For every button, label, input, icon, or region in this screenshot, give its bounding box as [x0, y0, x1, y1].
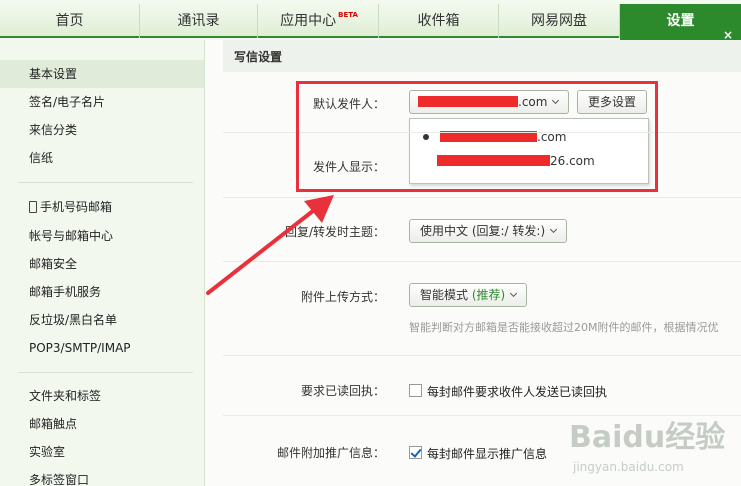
top-nav-bar: 首页 通讯录 应用中心 BETA 收件箱 网易网盘 设置 ×	[0, 0, 741, 42]
tab-label: 应用中心	[280, 13, 337, 29]
sidebar-item-mail-touch[interactable]: 邮箱触点	[0, 410, 204, 438]
row-divider	[223, 355, 741, 356]
tab-label: 设置	[666, 13, 695, 29]
sender-option[interactable]: .com	[410, 125, 648, 149]
attachment-mode-select[interactable]: 智能模式 (推荐)	[409, 283, 528, 307]
read-receipt-checkbox-label: 每封邮件要求收件人发送已读回执	[427, 385, 608, 399]
sidebar-divider	[18, 182, 193, 183]
tab-contacts[interactable]: 通讯录	[140, 4, 258, 38]
row-divider	[223, 415, 741, 416]
sender-option-text: 26.com	[550, 154, 595, 168]
settings-sidebar: 基本设置 签名/电子名片 来信分类 信纸 手机号码邮箱 帐号与邮箱中心 邮箱安全…	[0, 40, 205, 486]
sidebar-item-basic-settings[interactable]: 基本设置	[0, 60, 204, 88]
selected-bullet-icon	[423, 134, 429, 140]
chevron-down-icon	[510, 289, 518, 298]
reply-subject-label: 回复/转发时主题：	[284, 225, 385, 239]
tab-label: 网易网盘	[531, 13, 587, 29]
phone-icon	[29, 201, 37, 213]
sidebar-item-signature[interactable]: 签名/电子名片	[0, 88, 204, 116]
reply-subject-select[interactable]: 使用中文 (回复:/ 转发:)	[409, 219, 568, 243]
sidebar-item-multi-tab[interactable]: 多标签窗口	[0, 466, 204, 486]
chevron-down-icon	[550, 225, 558, 234]
settings-main-panel: 写信设置 默认发件人： .com 更多设置 .com 26.com 发件人显示：…	[205, 40, 741, 486]
default-sender-select[interactable]: .com	[409, 90, 569, 114]
sidebar-item-mailbox-security[interactable]: 邮箱安全	[0, 250, 204, 278]
sidebar-item-mail-filter[interactable]: 来信分类	[0, 116, 204, 144]
read-receipt-label: 要求已读回执：	[300, 384, 385, 398]
tab-home[interactable]: 首页	[0, 4, 140, 38]
sidebar-item-phone-mailbox[interactable]: 手机号码邮箱	[0, 193, 204, 221]
tab-app-center[interactable]: 应用中心 BETA	[258, 4, 379, 38]
redacted-email	[418, 96, 518, 107]
sidebar-item-folders-tags[interactable]: 文件夹和标签	[0, 382, 204, 410]
reply-subject-value: 使用中文 (回复:/ 转发:)	[420, 224, 546, 238]
sidebar-item-account-center[interactable]: 帐号与邮箱中心	[0, 222, 204, 250]
recommended-tag: (推荐)	[471, 288, 506, 302]
tab-settings[interactable]: 设置 ×	[620, 4, 741, 42]
sidebar-item-pop3-smtp-imap[interactable]: POP3/SMTP/IMAP	[0, 334, 204, 362]
read-receipt-checkbox[interactable]	[409, 384, 422, 397]
row-divider	[223, 197, 741, 198]
promo-info-checkbox-label: 每封邮件显示推广信息	[427, 447, 548, 461]
redacted-email	[437, 155, 550, 166]
sidebar-item-stationery[interactable]: 信纸	[0, 144, 204, 172]
beta-badge: BETA	[338, 11, 358, 19]
section-header	[223, 40, 741, 72]
tab-netdisk[interactable]: 网易网盘	[499, 4, 620, 38]
default-sender-label: 默认发件人：	[312, 97, 385, 111]
sidebar-item-lab[interactable]: 实验室	[0, 438, 204, 466]
sidebar-item-label: 手机号码邮箱	[40, 200, 113, 214]
chevron-down-icon	[552, 96, 560, 105]
sender-dropdown: .com 26.com	[409, 118, 649, 184]
promo-info-label: 邮件附加推广信息：	[276, 446, 385, 460]
sender-option[interactable]: 26.com	[410, 149, 648, 173]
tab-label: 收件箱	[417, 13, 460, 29]
tab-label: 通讯录	[177, 13, 220, 29]
sidebar-divider	[18, 372, 193, 373]
section-title: 写信设置	[234, 50, 283, 64]
attachment-mode-value: 智能模式	[420, 288, 469, 302]
promo-info-checkbox[interactable]	[409, 446, 422, 459]
sidebar-item-mobile-service[interactable]: 邮箱手机服务	[0, 278, 204, 306]
tab-inbox[interactable]: 收件箱	[379, 4, 499, 38]
sidebar-item-antispam[interactable]: 反垃圾/黑白名单	[0, 306, 204, 334]
default-sender-value: .com	[518, 95, 548, 109]
more-settings-button[interactable]: 更多设置	[577, 90, 648, 114]
tab-label: 首页	[55, 13, 84, 29]
attachment-upload-label: 附件上传方式：	[300, 290, 385, 304]
row-divider	[223, 261, 741, 262]
row-divider	[223, 132, 741, 133]
sender-display-label: 发件人显示：	[312, 160, 385, 174]
attachment-hint: 智能判断对方邮箱是否能接收超过20M附件的邮件，根据情况优	[409, 321, 719, 334]
